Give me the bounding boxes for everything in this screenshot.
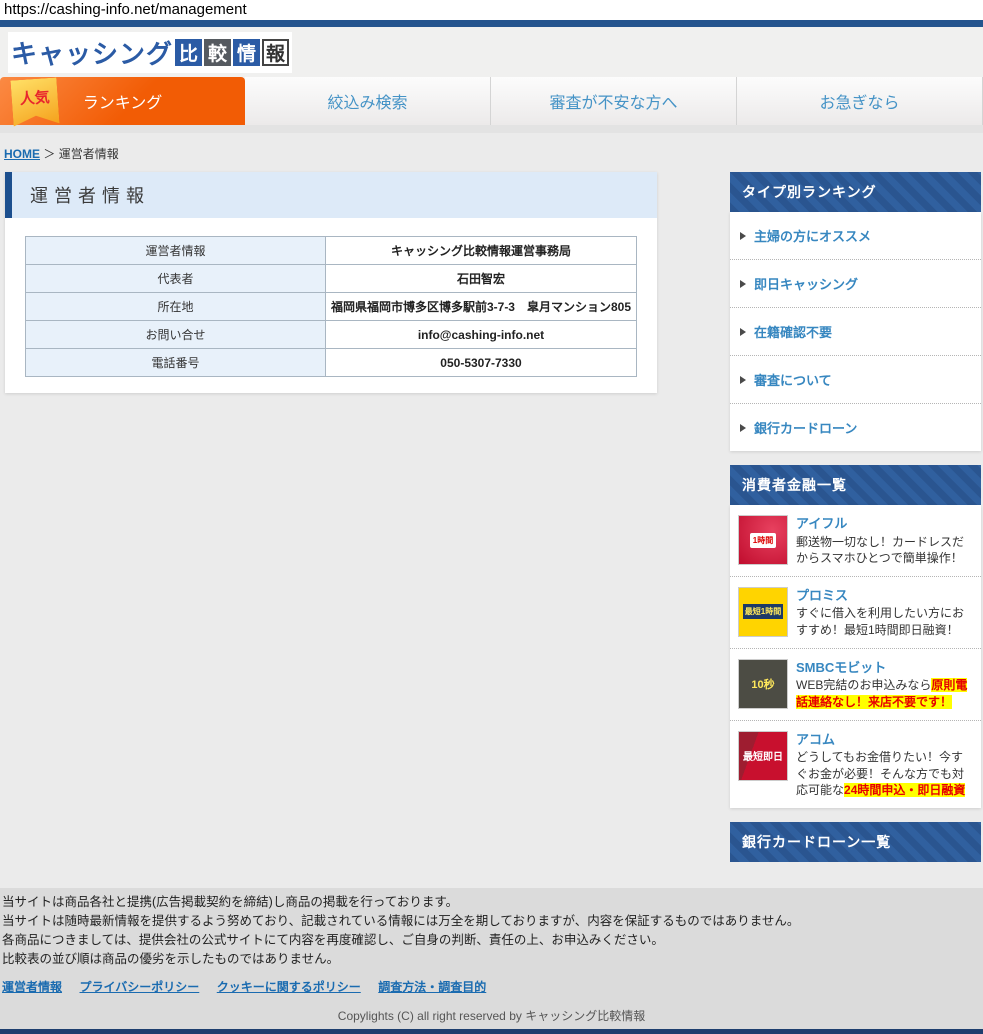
aiful-banner-image[interactable]: 1時間 xyxy=(738,515,788,565)
arrow-right-icon xyxy=(740,279,746,288)
row-value: キャッシング比較情報運営事務局 xyxy=(325,236,637,265)
ranking-widget: 主婦の方にオススメ 即日キャッシング 在籍確認不要 審査について 銀行カードロー… xyxy=(730,212,981,451)
footer-links: 運営者情報 プライバシーポリシー クッキーに関するポリシー 調査方法・調査目的 xyxy=(2,978,981,995)
acom-banner-image[interactable]: 最短即日 xyxy=(738,730,788,781)
sidebar-item-no-verification[interactable]: 在籍確認不要 xyxy=(730,308,981,356)
breadcrumb-separator: ＞ xyxy=(43,147,56,161)
footer-disclaimer-line: 当サイトは随時最新情報を提供するよう努めており、記載されている情報には万全を期し… xyxy=(2,913,800,928)
arrow-right-icon xyxy=(740,327,746,336)
site-logo[interactable]: キャッシング 比 較 情 報 xyxy=(8,31,293,73)
row-value: 福岡県福岡市博多区博多駅前3-7-3 皐月マンション805 xyxy=(325,292,637,321)
banner-text: 最短1時間 xyxy=(742,604,784,620)
banner-text: 1時間 xyxy=(749,532,777,548)
operator-info-table: 運営者情報 キャッシング比較情報運営事務局 代表者 石田智宏 所在地 福岡県福岡… xyxy=(25,236,637,377)
footer-disclaimer-line: 当サイトは商品各社と提携(広告掲載契約を締結)し商品の掲載を行っております。 xyxy=(2,895,459,909)
arrow-right-icon xyxy=(740,375,746,384)
bottom-divider xyxy=(0,1029,983,1034)
table-row: お問い合せ info@cashing-info.net xyxy=(25,320,637,349)
logo-box-2: 較 xyxy=(204,38,232,66)
sidebar-item-housewife[interactable]: 主婦の方にオススメ xyxy=(730,212,981,260)
row-value: 石田智宏 xyxy=(325,264,637,293)
logo-text: キャッシング xyxy=(11,38,174,69)
lender-link-aiful[interactable]: アイフル xyxy=(796,515,973,533)
nav-tab-search[interactable]: 絞込み検索 xyxy=(245,77,491,125)
mobit-banner-image[interactable]: 10秒 xyxy=(738,658,788,709)
lender-link-acom[interactable]: アコム xyxy=(796,731,973,749)
sidebar-item-label: 銀行カードローン xyxy=(754,421,858,436)
row-label: 電話番号 xyxy=(25,348,326,377)
lender-item-aiful: 1時間 アイフル 郵送物一切なし！カードレスだからスマホひとつで簡単操作！ xyxy=(730,505,981,577)
footer-link-cookie-policy[interactable]: クッキーに関するポリシー xyxy=(217,980,361,994)
sidebar-item-label: 主婦の方にオススメ xyxy=(754,229,872,244)
consumer-finance-widget: 1時間 アイフル 郵送物一切なし！カードレスだからスマホひとつで簡単操作！ 最短… xyxy=(730,505,981,808)
footer-link-survey-method[interactable]: 調査方法・調査目的 xyxy=(378,980,486,994)
row-label: お問い合せ xyxy=(25,320,326,349)
row-value: info@cashing-info.net xyxy=(325,320,637,349)
footer-link-privacy-policy[interactable]: プライバシーポリシー xyxy=(80,980,200,994)
footer-link-operator-info[interactable]: 運営者情報 xyxy=(2,980,62,994)
lender-link-promise[interactable]: プロミス xyxy=(796,587,973,605)
lender-desc: WEB完結のお申込みなら xyxy=(796,678,932,693)
sidebar: タイプ別ランキング 主婦の方にオススメ 即日キャッシング 在籍確認不要 審査につ… xyxy=(730,172,981,862)
browser-url-bar[interactable]: https://cashing-info.net/management xyxy=(0,0,983,20)
breadcrumb: HOME ＞ 運営者情報 xyxy=(0,143,983,172)
arrow-right-icon xyxy=(740,423,746,432)
page-content: HOME ＞ 運営者情報 運営者情報 運営者情報 キャッシング比較情報運営事務局… xyxy=(0,133,983,888)
sidebar-item-label: 審査について xyxy=(754,373,832,388)
nav-bottom-strip xyxy=(0,125,983,133)
nav-tab-urgent[interactable]: お急ぎなら xyxy=(737,77,983,125)
row-label: 所在地 xyxy=(25,292,326,321)
nav-tab-anxious[interactable]: 審査が不安な方へ xyxy=(491,77,737,125)
logo-box-3: 情 xyxy=(233,38,261,66)
main-nav: ランキング 絞込み検索 審査が不安な方へ お急ぎなら 人気 xyxy=(0,77,983,125)
top-divider xyxy=(0,20,983,27)
lender-item-promise: 最短1時間 プロミス すぐに借入を利用したい方におすすめ！最短1時間即日融資！ xyxy=(730,577,981,649)
banner-text: 10秒 xyxy=(751,678,775,691)
lender-highlight: 24時間申込・即日融資 xyxy=(844,782,966,797)
lender-desc: 郵送物一切なし！カードレスだからスマホひとつで簡単操作！ xyxy=(796,534,965,565)
table-row: 代表者 石田智宏 xyxy=(25,264,637,293)
breadcrumb-home-link[interactable]: HOME xyxy=(4,147,40,161)
table-row: 運営者情報 キャッシング比較情報運営事務局 xyxy=(25,236,637,265)
table-row: 所在地 福岡県福岡市博多区博多駅前3-7-3 皐月マンション805 xyxy=(25,292,637,321)
lender-desc: すぐに借入を利用したい方におすすめ！最短1時間即日融資！ xyxy=(796,606,965,637)
main-column: 運営者情報 運営者情報 キャッシング比較情報運営事務局 代表者 石田智宏 所在地 xyxy=(5,172,657,862)
breadcrumb-current: 運営者情報 xyxy=(58,147,119,161)
ranking-widget-header: タイプ別ランキング xyxy=(730,172,981,212)
row-label: 運営者情報 xyxy=(25,236,326,265)
lender-item-acom: 最短即日 アコム どうしてもお金借りたい！今すぐお金が必要！そんな方でも対応可能… xyxy=(730,721,981,808)
lender-item-mobit: 10秒 SMBCモビット WEB完結のお申込みなら原則電話連絡なし！来店不要です… xyxy=(730,649,981,721)
sidebar-item-label: 在籍確認不要 xyxy=(754,325,833,340)
footer-disclaimer-line: 比較表の並び順は商品の優劣を示したものではありません。 xyxy=(2,951,340,966)
sidebar-item-screening[interactable]: 審査について xyxy=(730,356,981,404)
bank-loans-widget-header: 銀行カードローン一覧 xyxy=(730,821,981,862)
site-header: キャッシング 比 較 情 報 xyxy=(0,27,983,77)
footer-disclaimer-line: 各商品につきましては、提供会社の公式サイトにて内容を再度確認し、ご自身の判断、責… xyxy=(2,932,664,947)
banner-text: 最短即日 xyxy=(743,752,783,764)
sidebar-item-bank-loan[interactable]: 銀行カードローン xyxy=(730,404,981,451)
page-title: 運営者情報 xyxy=(5,172,657,218)
consumer-finance-widget-header: 消費者金融一覧 xyxy=(730,465,981,505)
row-value: 050-5307-7330 xyxy=(325,348,637,377)
promise-banner-image[interactable]: 最短1時間 xyxy=(738,586,788,637)
logo-box-1: 比 xyxy=(175,38,203,66)
site-footer: 当サイトは商品各社と提携(広告掲載契約を締結)し商品の掲載を行っております。 当… xyxy=(0,888,983,1029)
copyright-text: Copylights (C) all right reserved by キャッ… xyxy=(337,1008,646,1023)
table-row: 電話番号 050-5307-7330 xyxy=(25,348,637,377)
sidebar-item-sameday[interactable]: 即日キャッシング xyxy=(730,260,981,308)
row-label: 代表者 xyxy=(25,264,326,293)
arrow-right-icon xyxy=(740,231,746,240)
lender-link-mobit[interactable]: SMBCモビット xyxy=(796,659,973,677)
sidebar-item-label: 即日キャッシング xyxy=(754,277,859,292)
logo-box-4: 報 xyxy=(262,38,290,66)
